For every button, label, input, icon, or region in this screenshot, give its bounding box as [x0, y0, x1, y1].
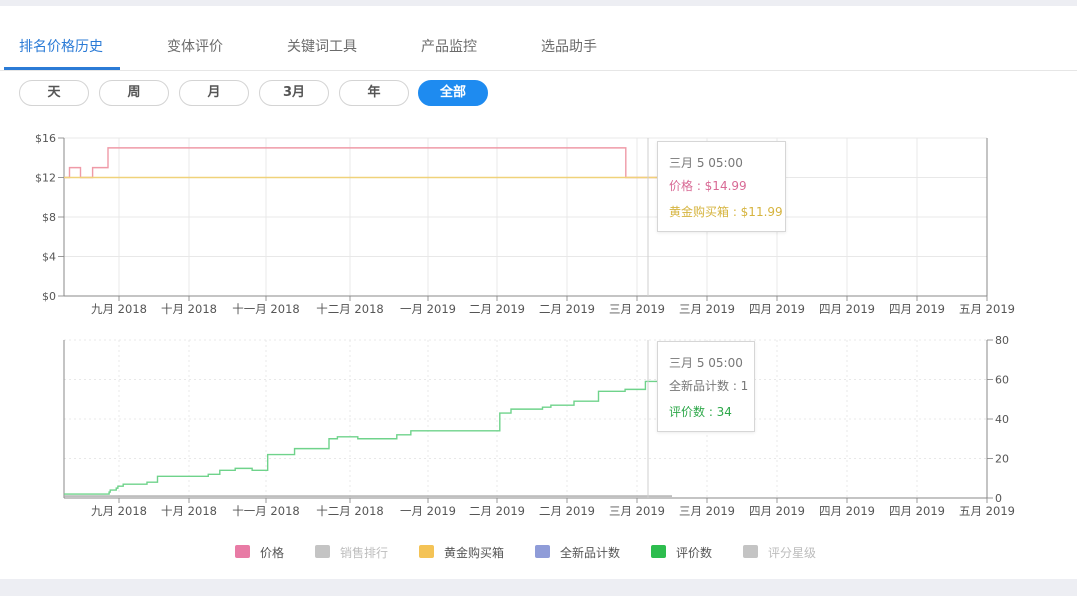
tab-rank-price-history[interactable]: 排名价格历史: [19, 26, 103, 70]
legend-sales-rank-label: 销售排行: [340, 546, 389, 560]
legend-price-swatch: [235, 545, 250, 558]
x-tick-label: 十二月 2018: [316, 504, 383, 518]
x-tick-label: 三月 2019: [679, 504, 735, 518]
x-tick-label: 三月 2019: [609, 302, 665, 316]
price-tooltip-price: 价格 : $14.99: [669, 179, 747, 193]
y-tick-label: 20: [995, 453, 1009, 466]
range-year-button[interactable]: 年: [339, 80, 409, 106]
x-tick-label: 四月 2019: [749, 504, 805, 518]
reviews-tooltip: 三月 5 05:00 全新品计数 : 1 评价数 : 34: [657, 341, 755, 432]
x-tick-label: 五月 2019: [959, 302, 1015, 316]
x-tick-label: 一月 2019: [400, 504, 456, 518]
x-tick-label: 二月 2019: [469, 504, 525, 518]
tab-variant-reviews[interactable]: 变体评价: [167, 26, 223, 70]
series-line: [64, 374, 672, 495]
y-tick-label: $8: [42, 211, 56, 224]
y-tick-label: $0: [42, 290, 56, 303]
reviews-tooltip-reviews: 评价数 : 34: [669, 405, 732, 419]
range-week-button[interactable]: 周: [99, 80, 169, 106]
x-tick-label: 四月 2019: [819, 504, 875, 518]
y-tick-label: $4: [42, 251, 56, 264]
x-tick-label: 十二月 2018: [316, 302, 383, 316]
x-tick-label: 九月 2018: [91, 302, 147, 316]
x-tick-label: 四月 2019: [819, 302, 875, 316]
x-tick-label: 九月 2018: [91, 504, 147, 518]
legend-reviews-label: 评价数: [676, 546, 713, 560]
x-tick-label: 十月 2018: [161, 302, 217, 316]
range-day-button[interactable]: 天: [19, 80, 89, 106]
legend-rating-label: 评分星级: [768, 546, 817, 560]
range-3month-button[interactable]: 3月: [259, 80, 329, 106]
legend-new-count-swatch: [535, 545, 550, 558]
x-tick-label: 十月 2018: [161, 504, 217, 518]
tab-product-selection-assistant[interactable]: 选品助手: [541, 26, 597, 70]
x-tick-label: 三月 2019: [679, 302, 735, 316]
legend-price-label: 价格: [260, 546, 285, 560]
y-tick-label: 60: [995, 374, 1009, 387]
reviews-chart[interactable]: 020406080九月 2018 十月 2018 十一月 2018 十二月 2018 一…: [0, 330, 1077, 520]
range-month-button[interactable]: 月: [179, 80, 249, 106]
x-tick-label: 五月 2019: [959, 504, 1015, 518]
legend-new-count-label: 全新品计数: [560, 546, 621, 560]
legend-rating-swatch: [743, 545, 758, 558]
reviews-tooltip-new-count: 全新品计数 : 1: [669, 379, 749, 393]
legend-sales-rank-swatch: [315, 545, 330, 558]
y-tick-label: $16: [35, 132, 56, 145]
y-tick-label: $12: [35, 172, 56, 185]
x-tick-label: 一月 2019: [400, 302, 456, 316]
tab-bar: 排名价格历史 变体评价 关键词工具 产品监控 选品助手: [0, 26, 1077, 71]
range-all-button[interactable]: 全部: [418, 80, 488, 106]
x-tick-label: 二月 2019: [469, 302, 525, 316]
active-tab-indicator: [4, 67, 120, 70]
x-tick-label: 三月 2019: [609, 504, 665, 518]
tab-keyword-tool[interactable]: 关键词工具: [287, 26, 357, 70]
y-tick-label: 40: [995, 413, 1009, 426]
price-tooltip-title: 三月 5 05:00: [669, 156, 743, 170]
series-line: [64, 147, 672, 179]
legend-reviews-swatch: [651, 545, 666, 558]
price-chart[interactable]: $0 $4 $8 $12 $16 九月 2018 十月 2018 十一月 2018 十二月 20…: [0, 128, 1077, 318]
y-tick-label: 80: [995, 334, 1009, 347]
x-tick-label: 四月 2019: [889, 302, 945, 316]
price-tooltip-buybox: 黄金购买箱 : $11.99: [669, 205, 783, 219]
x-tick-label: 四月 2019: [889, 504, 945, 518]
legend-buybox-label: 黄金购买箱: [444, 546, 505, 560]
x-tick-label: 二月 2019: [539, 302, 595, 316]
price-tooltip: 三月 5 05:00 价格 : $14.99 黄金购买箱 : $11.99: [657, 141, 786, 232]
x-tick-label: 四月 2019: [749, 302, 805, 316]
reviews-tooltip-title: 三月 5 05:00: [669, 356, 743, 370]
legend-buybox-swatch: [419, 545, 434, 558]
tab-product-monitor[interactable]: 产品监控: [421, 26, 477, 70]
x-tick-label: 十一月 2018: [232, 302, 299, 316]
x-tick-label: 二月 2019: [539, 504, 595, 518]
x-tick-label: 十一月 2018: [232, 504, 299, 518]
